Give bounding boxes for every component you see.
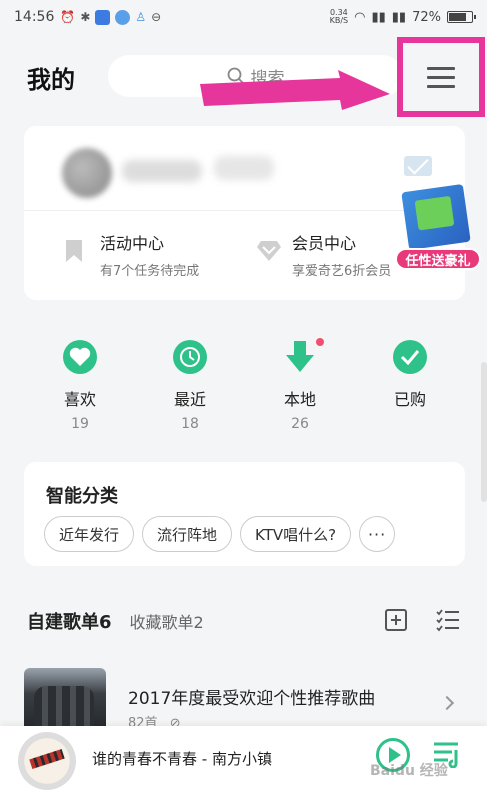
gift-envelope-icon: [401, 183, 471, 251]
username-blurred: [122, 160, 202, 182]
mini-player[interactable]: 谁的青春不青春 - 南方小镇 Baidu 经验: [0, 726, 487, 801]
battery-icon: [447, 11, 476, 23]
check-icon: [393, 340, 427, 374]
playlist-item[interactable]: 2017年度最受欢迎个性推荐歌曲 82首 ⊘: [24, 668, 465, 732]
app-notification-icon: [95, 9, 111, 25]
annotation-arrow: [200, 70, 390, 110]
gift-promo[interactable]: 任性送豪礼: [395, 178, 483, 273]
alarm-icon: ⏰: [60, 10, 76, 24]
heart-icon: [63, 340, 97, 374]
quick-count: 26: [291, 416, 309, 432]
activity-subtitle: 有7个任务待完成: [100, 264, 200, 279]
avatar[interactable]: [62, 148, 112, 198]
network-speed: 0.34 KB/S: [329, 8, 349, 25]
page-title: 我的: [27, 66, 75, 94]
category-chip[interactable]: 近年发行: [44, 516, 135, 552]
album-art[interactable]: [18, 732, 76, 790]
clock-icon: [173, 340, 207, 374]
quick-label: 喜欢: [63, 390, 96, 409]
quick-label: 最近: [173, 390, 206, 409]
quick-item-recent[interactable]: 最近 18: [140, 340, 240, 440]
chevron-right-icon: [439, 695, 455, 711]
user-level-blurred: [214, 156, 274, 180]
quick-count: 19: [71, 416, 89, 432]
member-subtitle: 享爱奇艺6折会员: [292, 264, 392, 279]
more-categories-button[interactable]: ···: [359, 516, 396, 552]
category-chip[interactable]: 流行阵地: [142, 516, 233, 552]
add-playlist-icon[interactable]: [385, 609, 407, 631]
new-dot: [316, 338, 324, 346]
signal-icon: ▮▮: [371, 9, 386, 25]
activity-title: 活动中心: [100, 234, 165, 253]
quick-label: 本地: [283, 390, 316, 409]
status-bar: 14:56 ⏰ ✱ ♙ ⊖ 0.34 KB/S ◠ ▮▮ ▮▮ 72%: [0, 0, 487, 34]
category-chip[interactable]: KTV唱什么?: [240, 516, 352, 552]
now-playing-title: 谁的青春不青春 - 南方小镇: [92, 750, 272, 768]
menu-highlight-box: [397, 37, 485, 117]
playlist-cover: [24, 668, 106, 732]
scrollbar[interactable]: [481, 362, 487, 502]
sync-icon: ⊖: [151, 10, 162, 24]
menu-icon[interactable]: [427, 61, 455, 94]
status-icons: ⏰ ✱ ♙ ⊖: [60, 9, 162, 25]
quick-count: 18: [181, 416, 199, 432]
member-title: 会员中心: [292, 234, 357, 253]
quick-item-like[interactable]: 喜欢 19: [30, 340, 130, 440]
quick-access: 喜欢 19 最近 18 本地 26 已购: [30, 338, 460, 440]
diamond-icon: [257, 241, 281, 261]
qq-icon: ♙: [135, 10, 147, 24]
quick-item-local[interactable]: 本地 26: [250, 338, 350, 440]
mail-icon[interactable]: [404, 156, 432, 176]
quick-label: 已购: [393, 390, 426, 409]
bookmark-icon: [66, 240, 82, 262]
gift-label: 任性送豪礼: [395, 248, 481, 270]
signal-4g-icon: ▮▮: [391, 9, 407, 25]
battery-fill: [449, 13, 467, 21]
member-center[interactable]: 会员中心 享爱奇艺6折会员: [256, 230, 391, 279]
header: 我的 搜索: [0, 37, 487, 117]
smart-category-card: 智能分类 近年发行 流行阵地 KTV唱什么? ···: [24, 462, 465, 566]
smart-category-title: 智能分类: [46, 486, 118, 507]
battery-percent: 72%: [412, 9, 441, 25]
category-chips: 近年发行 流行阵地 KTV唱什么? ···: [44, 516, 396, 552]
manage-list-icon[interactable]: [436, 608, 460, 632]
tab-created-playlists[interactable]: 自建歌单6: [27, 608, 112, 634]
playlist-name: 2017年度最受欢迎个性推荐歌曲: [128, 689, 376, 709]
quick-item-purchased[interactable]: 已购: [360, 340, 460, 440]
bluetooth-icon: ✱: [80, 10, 91, 24]
shield-notification-icon: [115, 9, 131, 25]
tab-collected-playlists[interactable]: 收藏歌单2: [130, 609, 204, 633]
activity-center[interactable]: 活动中心 有7个任务待完成: [64, 230, 199, 279]
watermark: Baidu 经验: [370, 763, 448, 779]
download-icon: [283, 340, 317, 374]
playlist-tabs: 自建歌单6 收藏歌单2: [27, 608, 204, 634]
wifi-icon: ◠: [354, 9, 366, 25]
status-time: 14:56: [14, 9, 55, 25]
